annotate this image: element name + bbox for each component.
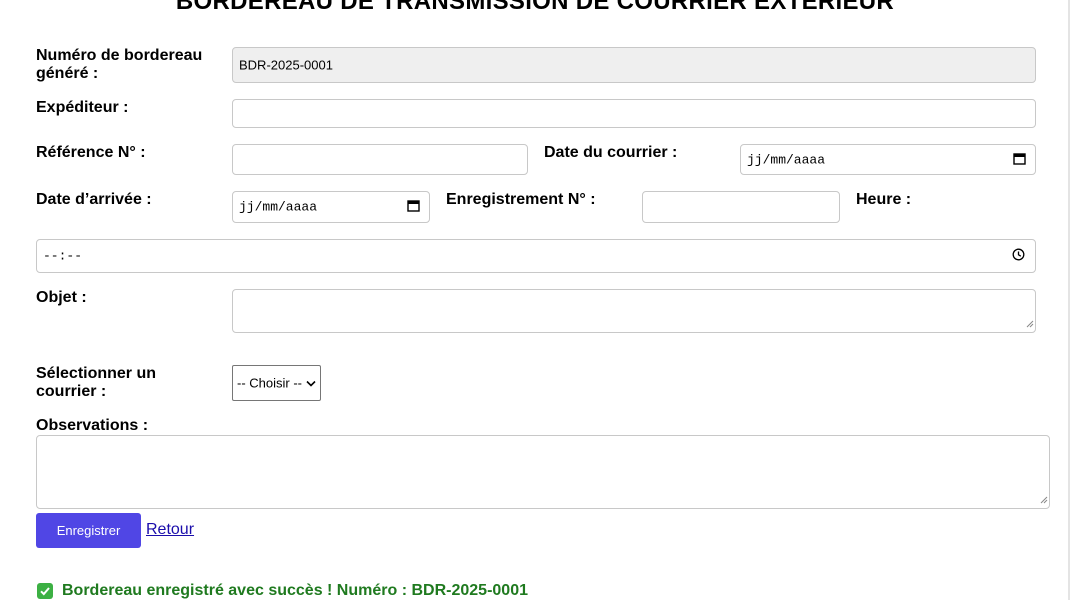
heure-placeholder: --:-- [43,248,83,264]
expediteur-label: Expéditeur : [36,99,129,116]
courrier-select[interactable]: -- Choisir -- [232,365,321,401]
observations-textarea[interactable] [36,435,1050,509]
back-link[interactable]: Retour [146,521,194,539]
clock-icon[interactable] [1012,248,1025,264]
expediteur-input[interactable] [232,99,1036,128]
calendar-icon[interactable] [407,199,420,215]
reference-label: Référence N° : [36,144,146,161]
resize-handle-icon[interactable] [1025,316,1034,331]
date-arrivee-placeholder: jj/mm/aaaa [239,199,318,215]
objet-label: Objet : [36,289,87,306]
numero-value: BDR-2025-0001 [239,57,333,73]
success-text: Bordereau enregistré avec succès ! Numér… [62,582,528,599]
resize-handle-icon[interactable] [1039,492,1048,507]
observations-label: Observations : [36,417,149,434]
objet-textarea[interactable] [232,289,1036,333]
courrier-label: Sélectionner un courrier : [36,365,156,401]
courrier-label-line2: courrier : [36,383,107,400]
numero-label-line1: Numéro de bordereau [36,47,203,64]
enregistrement-input[interactable] [642,191,840,223]
numero-label-line2: généré : [36,65,99,82]
date-courrier-placeholder: jj/mm/aaaa [747,152,826,167]
enregistrement-label: Enregistrement N° : [446,191,596,208]
reference-input[interactable] [232,144,528,175]
date-arrivee-input[interactable]: jj/mm/aaaa [232,191,430,223]
chevron-down-icon [306,376,316,391]
check-box-icon [37,583,53,599]
page-title: BORDEREAU DE TRANSMISSION DE COURRIER EX… [175,0,895,15]
save-button[interactable]: Enregistrer [36,513,141,548]
heure-input[interactable]: --:-- [36,239,1036,273]
heure-label: Heure : [856,191,912,208]
date-courrier-input[interactable]: jj/mm/aaaa [740,144,1036,175]
date-courrier-label: Date du courrier : [544,144,678,161]
numero-field[interactable]: BDR-2025-0001 [232,47,1036,83]
success-message: Bordereau enregistré avec succès ! Numér… [37,582,528,600]
calendar-icon[interactable] [1013,152,1026,168]
date-arrivee-label: Date d’arrivée : [36,191,152,208]
numero-label: Numéro de bordereau généré : [36,47,202,83]
courrier-label-line1: Sélectionner un [36,365,157,382]
courrier-selected: -- Choisir -- [237,375,302,391]
